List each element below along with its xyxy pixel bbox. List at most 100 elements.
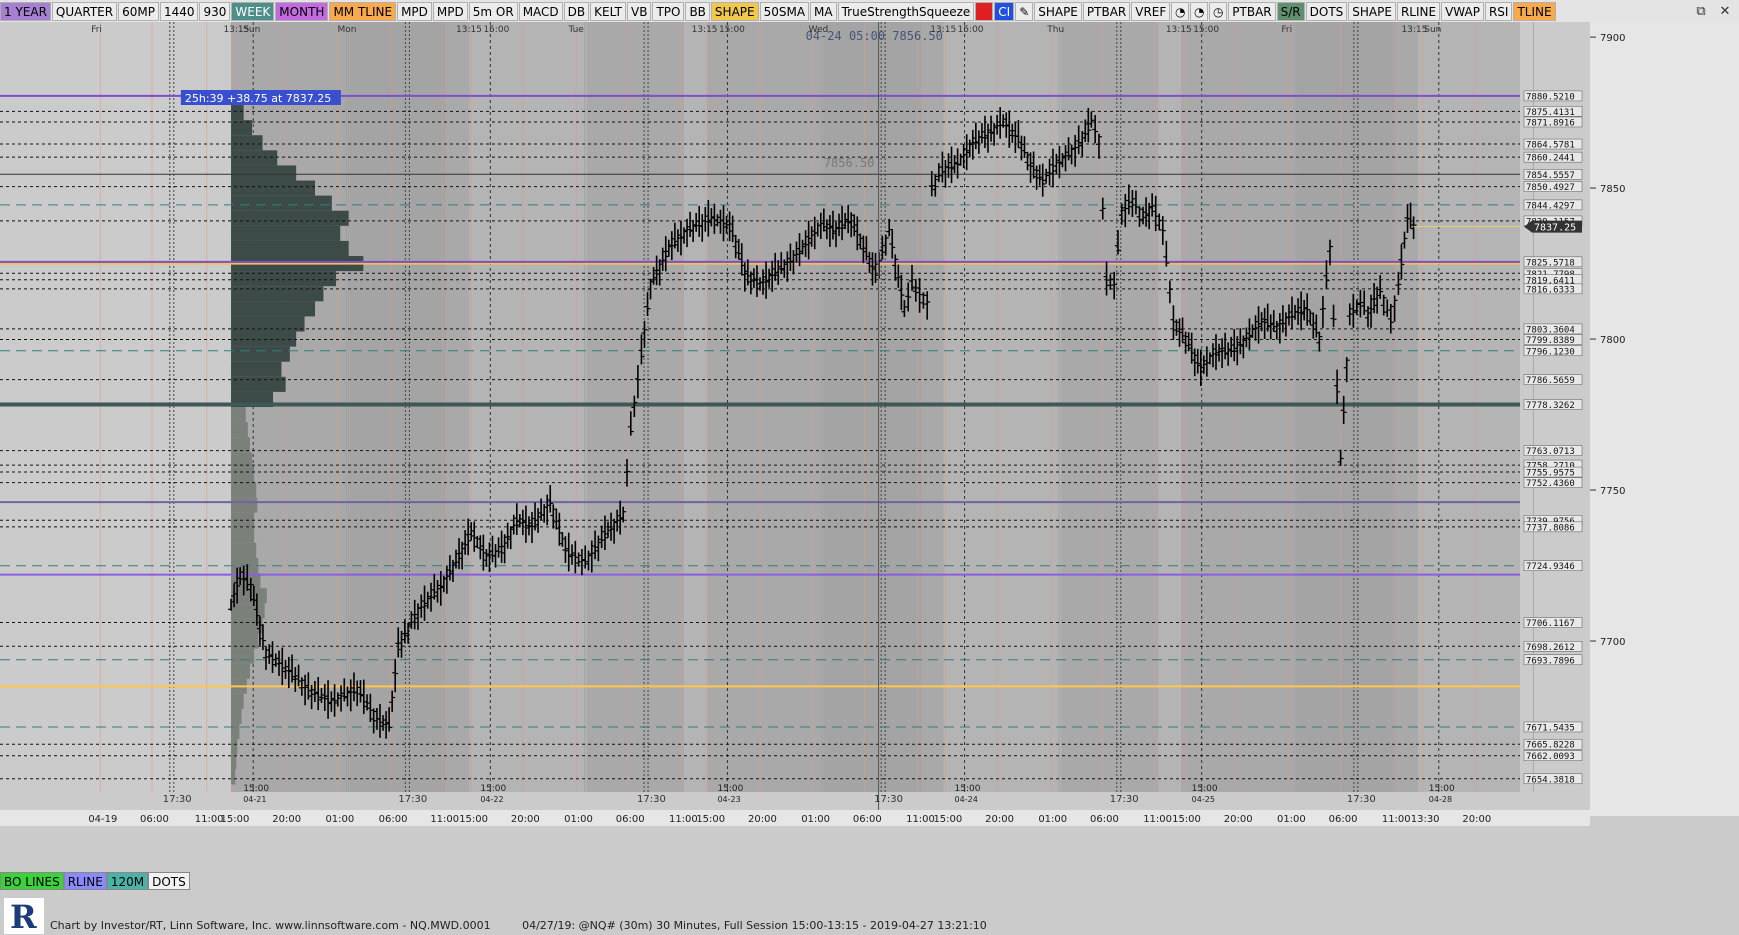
price-chart[interactable]: 7880.5210 7875.41317871.8916 7864.5781 7860…	[0, 22, 1739, 935]
toolbar-button-mpd[interactable]: MPD	[397, 1, 432, 21]
price-axis-label: 7900	[1600, 33, 1625, 44]
indicator-toolbar: 1 YEAR QUARTER 60MP 1440 930 WEEK MONTH MM TLIN…	[0, 0, 1739, 23]
toolbar-button-1-year[interactable]: 1 YEAR	[0, 1, 51, 21]
timer-icon[interactable]: ◔	[1171, 1, 1190, 21]
session-close-label: 17:30	[163, 794, 192, 805]
level-label: 7778.3262	[1526, 401, 1575, 411]
clock-icon[interactable]: ◷	[1209, 1, 1228, 21]
time-axis-label: 11:00	[1382, 814, 1411, 825]
session-shade	[1418, 22, 1520, 792]
volume-profile-bar	[231, 754, 237, 770]
session-time-label: 15:00	[1192, 784, 1218, 794]
session-time-label: 15:00	[243, 784, 269, 794]
toolbar-button-ptbar[interactable]: PTBAR	[1082, 1, 1131, 21]
time-axis-label: 06:00	[1090, 814, 1119, 825]
day-label: Sun	[1424, 25, 1441, 35]
toolbar-button-month[interactable]: MONTH	[275, 1, 329, 21]
rth-block	[348, 22, 446, 792]
toolbar-button-1440[interactable]: 1440	[159, 1, 199, 21]
rth-shade	[821, 22, 823, 792]
rth-shade	[1295, 22, 1297, 792]
toolbar-button-50sma[interactable]: 50SMA	[759, 1, 810, 21]
volume-profile-bar	[231, 301, 316, 317]
toolbar-button-shape[interactable]: SHAPE	[710, 1, 759, 21]
toolbar-button-ptbar[interactable]: PTBAR	[1228, 1, 1276, 21]
level-label: 7854.5557	[1526, 171, 1575, 181]
red-square-icon[interactable]	[975, 1, 994, 21]
volume-profile-bar	[231, 407, 246, 423]
toolbar-button-ci[interactable]: CI	[994, 1, 1015, 21]
level-label: 7706.1167	[1526, 619, 1575, 629]
restore-window-icon[interactable]: ⧉	[1689, 4, 1713, 19]
bottom-button-bo-lines[interactable]: BO LINES	[0, 872, 64, 890]
level-label: 7737.8086	[1526, 523, 1575, 533]
price-axis-label: 7800	[1600, 335, 1625, 346]
toolbar-button-ma[interactable]: MA	[810, 1, 837, 21]
price-axis[interactable]	[1590, 22, 1739, 816]
volume-profile-bar	[231, 663, 250, 679]
toolbar-button-tline[interactable]: TLINE	[1513, 1, 1556, 21]
session-time-label: 15:00	[480, 784, 506, 794]
time-axis-label: 13:30	[1411, 814, 1440, 825]
toolbar-button-vwap[interactable]: VWAP	[1441, 1, 1484, 21]
toolbar-button-rsi[interactable]: RSI	[1484, 1, 1513, 21]
volume-profile-bar	[231, 180, 316, 196]
time-axis-label: 15:00	[696, 814, 725, 825]
bottom-button-rline[interactable]: RLINE	[63, 872, 107, 890]
time-axis-label: 11:00	[430, 814, 459, 825]
close-window-icon[interactable]: ✕	[1713, 4, 1737, 19]
level-label: 7850.4927	[1526, 183, 1575, 193]
day-label: 13:15	[1166, 25, 1192, 35]
toolbar-button-5m-or[interactable]: 5m OR	[468, 1, 518, 21]
level-label: 7786.5659	[1526, 376, 1575, 386]
volume-profile-bar	[231, 422, 248, 438]
day-label: 13:15	[692, 25, 718, 35]
timer-icon[interactable]: ◔	[1190, 1, 1209, 21]
time-axis-label: 20:00	[272, 814, 301, 825]
bottom-button-dots[interactable]: DOTS	[148, 872, 190, 890]
bottom-button-120m[interactable]: 120M	[106, 872, 149, 890]
level-label: 7875.4131	[1526, 108, 1575, 118]
toolbar-button-mpd[interactable]: MPD	[432, 1, 468, 21]
toolbar-button-tpo[interactable]: TPO	[652, 1, 685, 21]
day-label: Tue	[567, 25, 584, 35]
toolbar-button-truestrengthsqueeze[interactable]: TrueStrengthSqueeze	[837, 1, 975, 21]
toolbar-button-vb[interactable]: VB	[626, 1, 652, 21]
session-date-label: 04-24	[955, 795, 978, 804]
chart-footer: Chart by Investor/RT, Linn Software, Inc…	[50, 919, 987, 932]
volume-profile-bar	[231, 693, 244, 709]
toolbar-button-macd[interactable]: MACD	[518, 1, 563, 21]
pencil-icon[interactable]: ✎	[1015, 1, 1034, 21]
volume-profile-bar	[231, 225, 341, 241]
toolbar-button-quarter[interactable]: QUARTER	[51, 1, 118, 21]
toolbar-button-shape[interactable]: SHAPE	[1034, 1, 1082, 21]
session-date-label: 04-21	[243, 795, 266, 804]
toolbar-button-dots[interactable]: DOTS	[1305, 1, 1348, 21]
toolbar-button-kelt[interactable]: KELT	[590, 1, 626, 21]
level-label: 7799.8389	[1526, 336, 1575, 346]
toolbar-button-60mp[interactable]: 60MP	[118, 1, 159, 21]
day-label: 13:15	[456, 25, 482, 35]
time-axis-label: 20:00	[1462, 814, 1491, 825]
rth-shade	[1058, 22, 1060, 792]
session-time-label: 15:00	[955, 784, 981, 794]
level-label: 7755.9575	[1526, 469, 1575, 479]
day-label: Fri	[1281, 25, 1292, 35]
toolbar-button-week[interactable]: WEEK	[231, 1, 275, 21]
level-label: 7752.4360	[1526, 479, 1575, 489]
price-axis-label: 7700	[1600, 637, 1625, 648]
toolbar-button-bb[interactable]: BB	[685, 1, 710, 21]
volume-profile-bar	[231, 150, 278, 166]
toolbar-button-930[interactable]: 930	[199, 1, 231, 21]
time-axis-label: 06:00	[853, 814, 882, 825]
toolbar-button-vref[interactable]: VREF	[1131, 1, 1171, 21]
volume-profile-bar	[231, 527, 255, 543]
toolbar-button-shape[interactable]: SHAPE	[1348, 1, 1396, 21]
toolbar-button-db[interactable]: DB	[563, 1, 590, 21]
toolbar-button-rline[interactable]: RLINE	[1396, 1, 1441, 21]
toolbar-button-s-r[interactable]: S/R	[1276, 1, 1305, 21]
day-label: Wed	[809, 25, 829, 35]
session-close-label: 17:30	[1347, 794, 1376, 805]
toolbar-button-mm-tline[interactable]: MM TLINE	[329, 1, 397, 21]
volume-profile-bar	[231, 195, 332, 211]
